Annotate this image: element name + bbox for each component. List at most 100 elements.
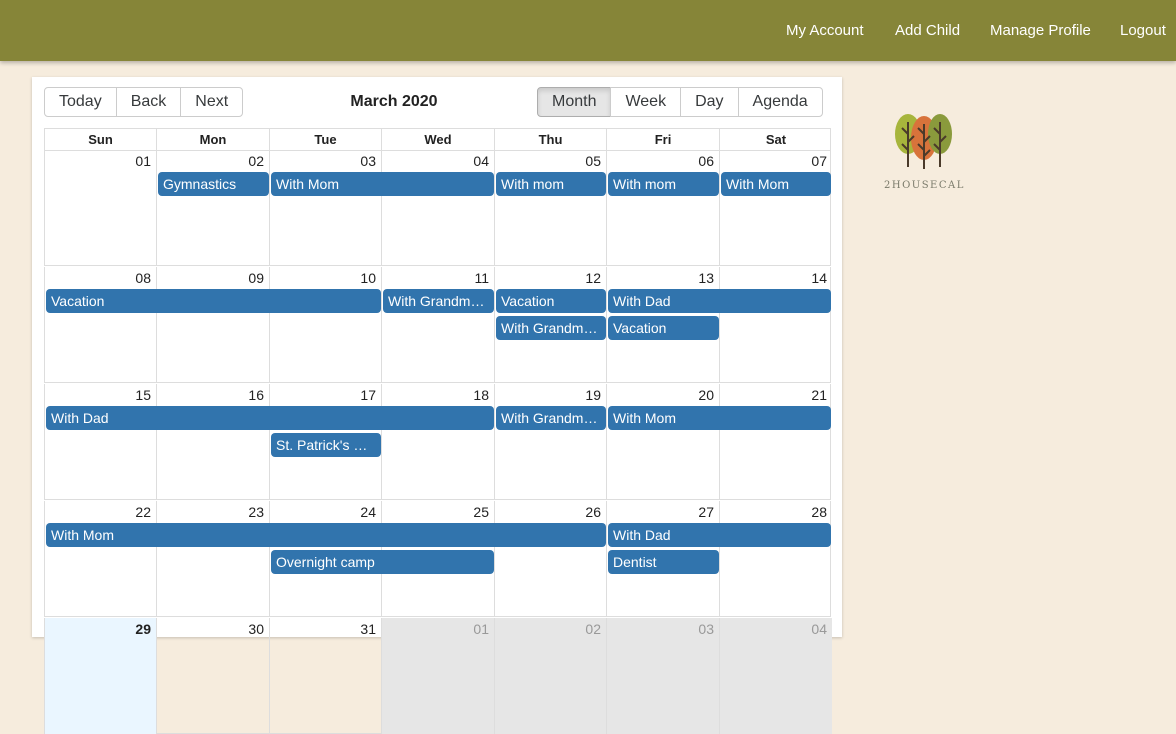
day-number[interactable]: 27 [698, 504, 714, 520]
day-number[interactable]: 07 [811, 153, 827, 169]
day-number[interactable]: 26 [585, 504, 601, 520]
day-cell[interactable]: 19 [495, 384, 607, 500]
day-cell[interactable]: 02 [157, 150, 270, 266]
day-number[interactable]: 15 [135, 387, 151, 403]
day-cell[interactable]: 04 [382, 150, 495, 266]
calendar-event[interactable]: Gymnastics [158, 172, 269, 196]
day-number[interactable]: 06 [698, 153, 714, 169]
day-cell[interactable]: 11 [382, 267, 495, 383]
day-number[interactable]: 18 [473, 387, 489, 403]
day-number[interactable]: 03 [360, 153, 376, 169]
day-cell[interactable]: 10 [270, 267, 382, 383]
day-cell[interactable]: 16 [157, 384, 270, 500]
my-account-link[interactable]: My Account [786, 0, 864, 61]
day-number[interactable]: 28 [811, 504, 827, 520]
calendar-event[interactable]: With Dad [608, 289, 831, 313]
today-button[interactable]: Today [44, 87, 117, 117]
agenda-view-button[interactable]: Agenda [737, 87, 823, 117]
manage-profile-link[interactable]: Manage Profile [990, 0, 1091, 61]
calendar-event[interactable]: Vacation [46, 289, 381, 313]
calendar-event[interactable]: With Grandm… [383, 289, 494, 313]
week-row: 22 23 24 25 26 27 28 With Mom With Dad Overnight … [44, 501, 831, 617]
month-view-button[interactable]: Month [537, 87, 612, 117]
back-button[interactable]: Back [115, 87, 182, 117]
day-number[interactable]: 04 [473, 153, 489, 169]
day-number[interactable]: 24 [360, 504, 376, 520]
calendar-event[interactable]: With Dad [46, 406, 494, 430]
day-cell[interactable]: 02 [495, 618, 607, 734]
day-cell[interactable]: 03 [607, 618, 720, 734]
add-child-link[interactable]: Add Child [895, 0, 960, 61]
day-cell[interactable]: 08 [45, 267, 157, 383]
day-cell[interactable]: 04 [720, 618, 832, 734]
day-cell[interactable]: 05 [495, 150, 607, 266]
day-number[interactable]: 19 [585, 387, 601, 403]
day-number[interactable]: 01 [473, 621, 489, 637]
weekday-header-thu: Thu [495, 129, 607, 150]
day-number[interactable]: 23 [248, 504, 264, 520]
day-number[interactable]: 21 [811, 387, 827, 403]
day-number[interactable]: 13 [698, 270, 714, 286]
day-cell[interactable]: 01 [45, 150, 157, 266]
logout-link[interactable]: Logout [1120, 0, 1166, 61]
day-number[interactable]: 31 [360, 621, 376, 637]
day-cell[interactable]: 28 [720, 501, 832, 617]
day-cell[interactable]: 30 [157, 618, 270, 734]
calendar-event[interactable]: Overnight camp [271, 550, 494, 574]
day-number[interactable]: 10 [360, 270, 376, 286]
calendar-event[interactable]: With Mom [271, 172, 494, 196]
week-view-button[interactable]: Week [610, 87, 682, 117]
day-cell[interactable]: 09 [157, 267, 270, 383]
calendar-event[interactable]: Dentist [608, 550, 719, 574]
day-number[interactable]: 03 [698, 621, 714, 637]
week-row: 01 02 03 04 05 06 07 Gymnastics With Mom With mom… [44, 150, 831, 266]
day-number[interactable]: 02 [248, 153, 264, 169]
day-cell[interactable]: 26 [495, 501, 607, 617]
day-number[interactable]: 08 [135, 270, 151, 286]
calendar-event[interactable]: Vacation [496, 289, 606, 313]
calendar-event[interactable]: Vacation [608, 316, 719, 340]
day-number[interactable]: 12 [585, 270, 601, 286]
view-button-group: Month Week Day Agenda [537, 87, 823, 117]
day-number[interactable]: 25 [473, 504, 489, 520]
calendar-event[interactable]: With Mom [608, 406, 831, 430]
day-cell[interactable]: 06 [607, 150, 720, 266]
calendar-event[interactable]: With Mom [46, 523, 606, 547]
day-number[interactable]: 14 [811, 270, 827, 286]
calendar-event[interactable]: With mom [608, 172, 719, 196]
calendar-event[interactable]: St. Patrick's … [271, 433, 381, 457]
day-number[interactable]: 30 [248, 621, 264, 637]
day-cell[interactable]: 31 [270, 618, 382, 734]
calendar-event[interactable]: With mom [496, 172, 606, 196]
day-cell[interactable]: 23 [157, 501, 270, 617]
day-cell[interactable]: 20 [607, 384, 720, 500]
day-number[interactable]: 01 [135, 153, 151, 169]
day-cell[interactable]: 14 [720, 267, 832, 383]
day-cell[interactable]: 03 [270, 150, 382, 266]
day-cell[interactable]: 22 [45, 501, 157, 617]
day-number[interactable]: 22 [135, 504, 151, 520]
calendar-event[interactable]: With Mom [721, 172, 831, 196]
calendar-event[interactable]: With Dad [608, 523, 831, 547]
week-row: 08 09 10 11 12 13 14 Vacation With Grandm… Vacati… [44, 267, 831, 383]
day-number[interactable]: 29 [135, 621, 151, 637]
next-button[interactable]: Next [180, 87, 244, 117]
day-number[interactable]: 02 [585, 621, 601, 637]
day-cell[interactable]: 07 [720, 150, 832, 266]
day-number[interactable]: 16 [248, 387, 264, 403]
day-cell[interactable]: 15 [45, 384, 157, 500]
calendar-event[interactable]: With Grandm… [496, 406, 606, 430]
calendar-event[interactable]: With Grandm… [496, 316, 606, 340]
day-cell[interactable]: 29 [45, 618, 157, 734]
day-number[interactable]: 09 [248, 270, 264, 286]
day-view-button[interactable]: Day [680, 87, 739, 117]
day-number[interactable]: 17 [360, 387, 376, 403]
day-cell[interactable]: 18 [382, 384, 495, 500]
day-number[interactable]: 20 [698, 387, 714, 403]
day-cell[interactable]: 21 [720, 384, 832, 500]
day-number[interactable]: 04 [811, 621, 827, 637]
day-number[interactable]: 11 [474, 270, 489, 286]
day-number[interactable]: 05 [585, 153, 601, 169]
day-cell[interactable]: 01 [382, 618, 495, 734]
calendar-panel: Today Back Next March 2020 Month Week Da… [32, 77, 842, 734]
